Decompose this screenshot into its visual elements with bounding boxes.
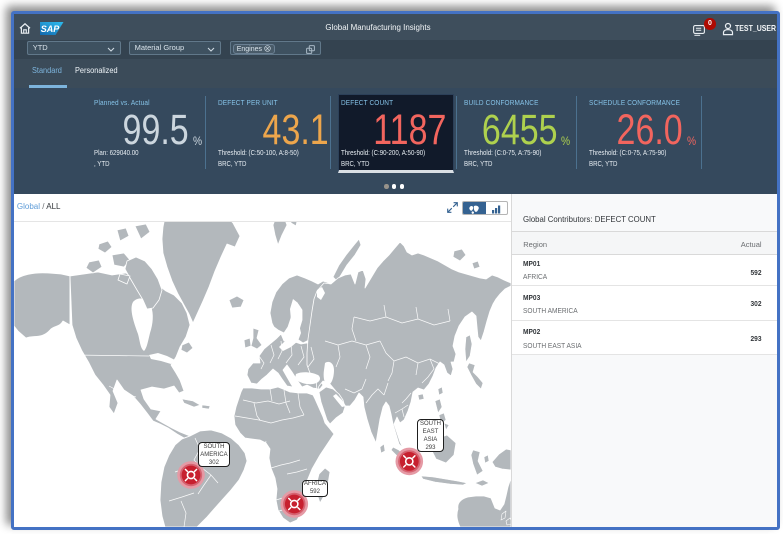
svg-text:SAP: SAP [41,24,61,34]
